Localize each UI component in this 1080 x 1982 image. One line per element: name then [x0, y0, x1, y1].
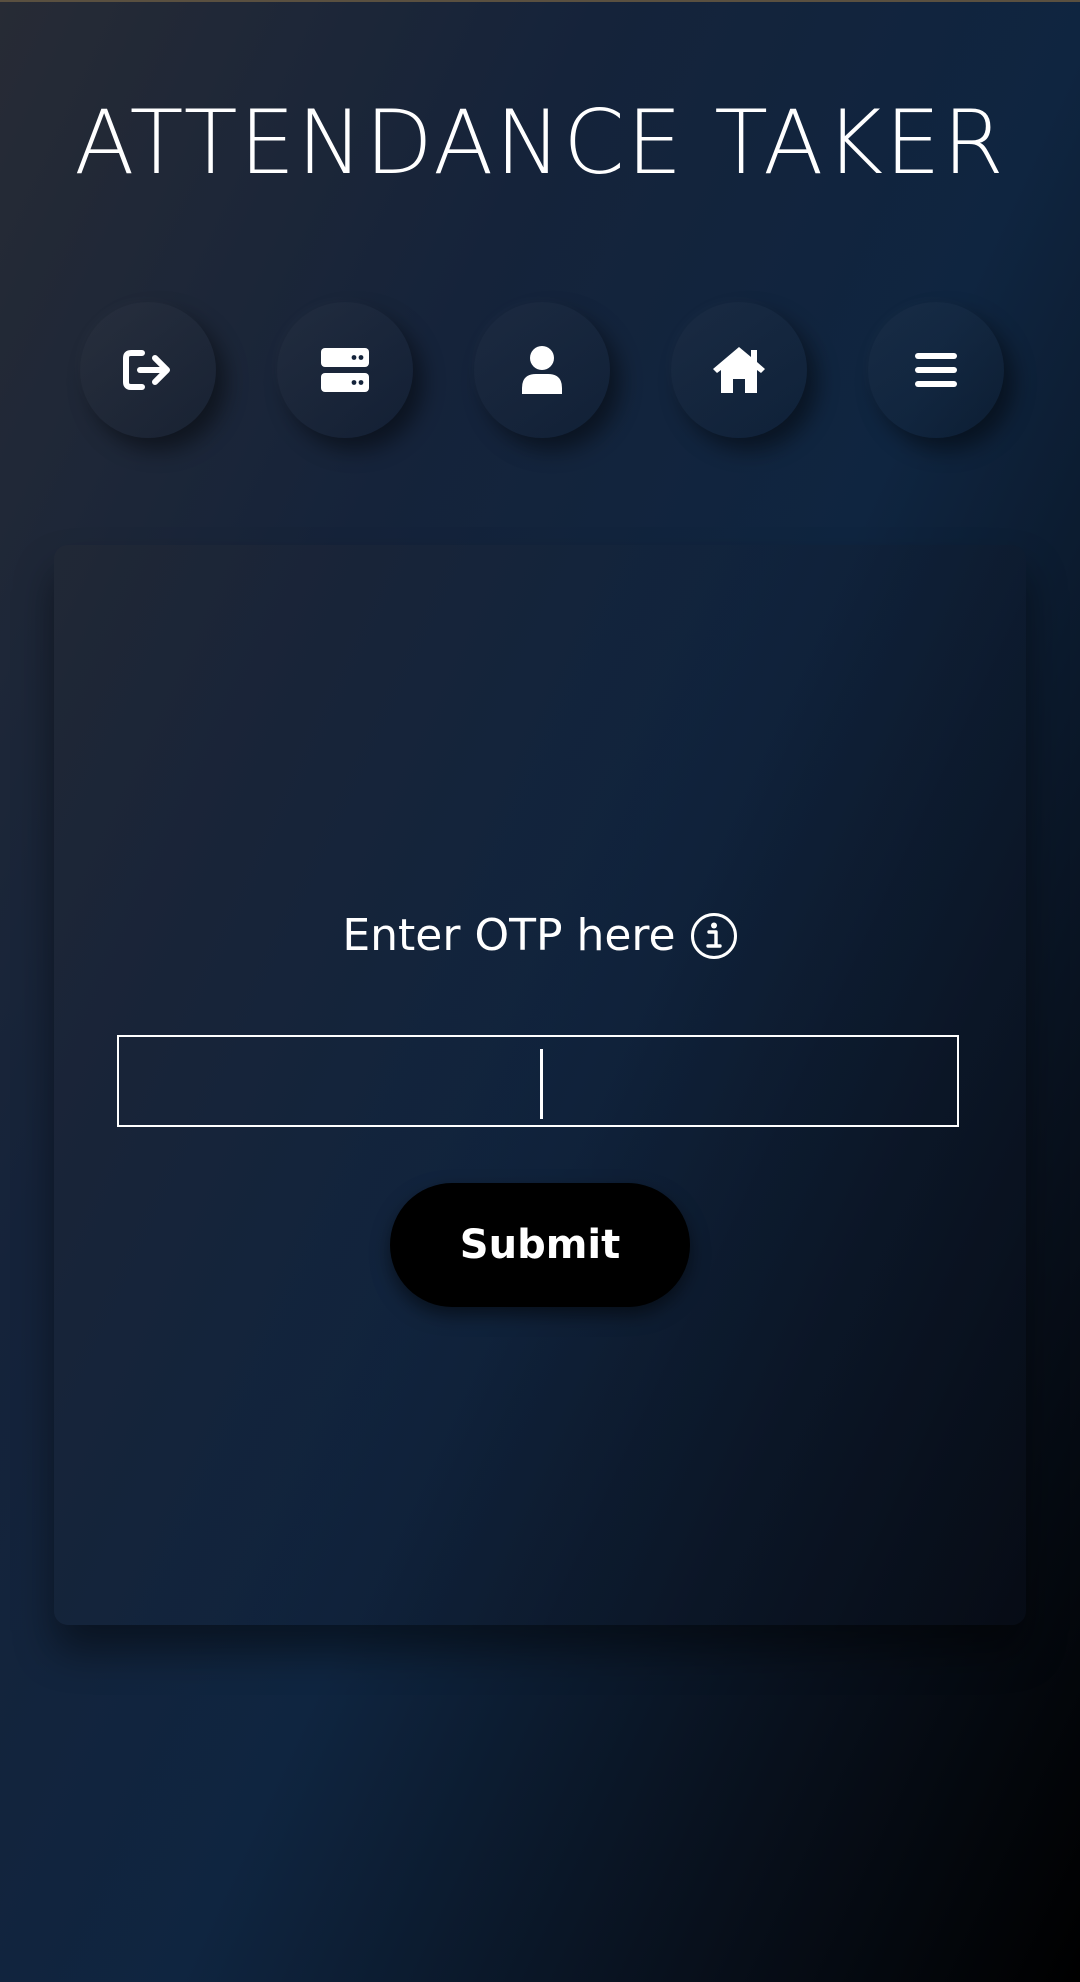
text-caret: [540, 1049, 543, 1119]
submit-button[interactable]: Submit: [390, 1183, 690, 1307]
otp-label-row: Enter OTP here: [54, 910, 1026, 961]
home-icon: [713, 347, 765, 393]
logout-icon: [123, 350, 170, 390]
otp-card: Enter OTP here Submit: [54, 545, 1026, 1625]
window-top-edge: [0, 0, 1080, 2]
icon-nav-bar: [80, 302, 1005, 438]
otp-input[interactable]: [117, 1035, 959, 1127]
info-circle-icon[interactable]: [690, 912, 738, 960]
app-title: ATTENDANCE TAKER: [74, 91, 1006, 194]
otp-label: Enter OTP here: [342, 910, 676, 961]
menu-icon: [915, 353, 957, 387]
logout-button[interactable]: [80, 302, 216, 438]
profile-button[interactable]: [474, 302, 610, 438]
records-button[interactable]: [277, 302, 413, 438]
user-icon: [522, 346, 562, 394]
server-icon: [321, 348, 369, 392]
home-button[interactable]: [671, 302, 807, 438]
menu-button[interactable]: [868, 302, 1004, 438]
